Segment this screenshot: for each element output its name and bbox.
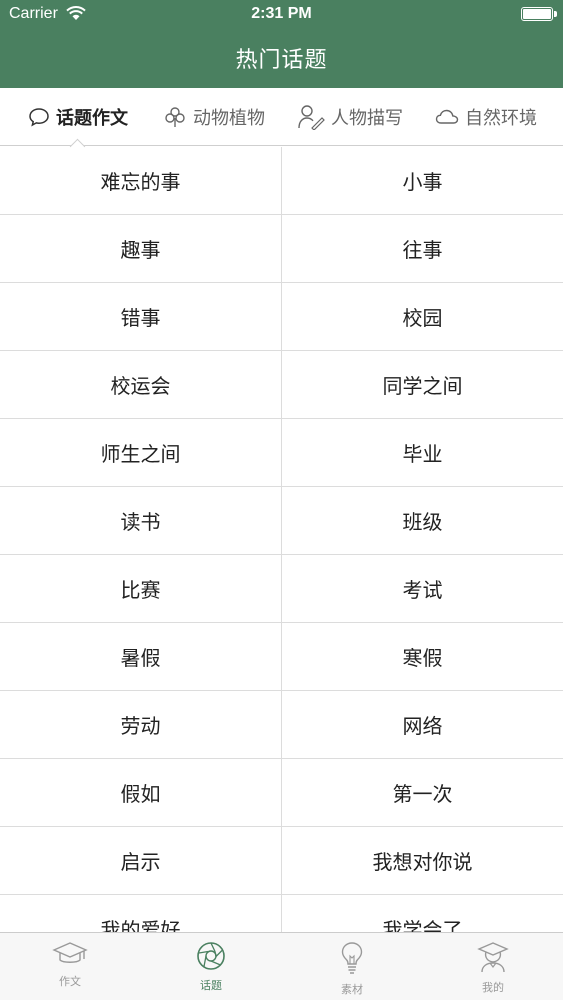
battery-icon (521, 7, 557, 21)
topic-item[interactable]: 我想对你说 (282, 827, 563, 894)
topic-item[interactable]: 启示 (0, 827, 282, 894)
category-animals-plants[interactable]: 动物植物 (163, 88, 265, 145)
topic-item[interactable]: 我学会了 (282, 895, 563, 932)
topic-item[interactable]: 往事 (282, 215, 563, 282)
topic-item[interactable]: 难忘的事 (0, 147, 282, 214)
topic-item[interactable]: 同学之间 (282, 351, 563, 418)
topic-item[interactable]: 考试 (282, 555, 563, 622)
category-nature-environment[interactable]: 自然环境 (435, 88, 537, 145)
tab-label: 我的 (482, 981, 504, 994)
status-time: 2:31 PM (251, 5, 312, 22)
topic-row: 比赛 考试 (0, 555, 563, 623)
tab-label: 素材 (341, 983, 363, 996)
category-topic-essay[interactable]: 话题作文 (28, 88, 128, 145)
page-title: 热门话题 (235, 48, 328, 73)
topic-grid: 难忘的事 小事 趣事 往事 错事 校园 校运会 同学之间 师生之间 毕业 读书 班级 比赛 考试 暑假 寒假劳… (0, 147, 563, 932)
topic-item[interactable]: 网络 (282, 691, 563, 758)
tab-mine[interactable]: 我的 (423, 933, 563, 1000)
topic-item[interactable]: 小事 (282, 147, 563, 214)
topic-row: 劳动 网络 (0, 691, 563, 759)
topic-item[interactable]: 错事 (0, 283, 282, 350)
clover-icon (165, 106, 185, 127)
topic-item[interactable]: 假如 (0, 759, 282, 826)
tab-label: 话题 (200, 979, 222, 992)
navigation-bar: Carrier 2:31 PM 热门话题 (0, 0, 563, 88)
topic-row: 读书 班级 (0, 487, 563, 555)
aperture-icon (197, 942, 225, 970)
topic-row: 假如 第一次 (0, 759, 563, 827)
lightbulb-icon (341, 942, 363, 974)
topic-item[interactable]: 读书 (0, 487, 282, 554)
tab-topics[interactable]: 话题 (141, 933, 281, 1000)
topic-row: 校运会 同学之间 (0, 351, 563, 419)
topic-row: 难忘的事 小事 (0, 147, 563, 215)
category-label: 人物描写 (331, 107, 403, 129)
topic-item[interactable]: 毕业 (282, 419, 563, 486)
topic-item[interactable]: 趣事 (0, 215, 282, 282)
speech-bubble-icon (29, 107, 49, 126)
topic-item[interactable]: 寒假 (282, 623, 563, 690)
category-bar: 话题作文 动物植物 人物描写 自然环境 (0, 88, 563, 146)
topic-item[interactable]: 暑假 (0, 623, 282, 690)
category-label: 话题作文 (56, 107, 128, 129)
status-bar: Carrier 2:31 PM (0, 0, 563, 30)
topic-item[interactable]: 比赛 (0, 555, 282, 622)
topic-row: 我的爱好 我学会了 (0, 895, 563, 932)
category-label: 动物植物 (193, 107, 265, 129)
topic-item[interactable]: 班级 (282, 487, 563, 554)
category-label: 自然环境 (465, 107, 537, 129)
graduate-avatar-icon (477, 942, 509, 973)
topic-row: 错事 校园 (0, 283, 563, 351)
topic-row: 趣事 往事 (0, 215, 563, 283)
topic-item[interactable]: 校园 (282, 283, 563, 350)
topic-item[interactable]: 校运会 (0, 351, 282, 418)
cloud-icon (435, 109, 459, 124)
tab-label: 作文 (59, 975, 81, 988)
tab-materials[interactable]: 素材 (282, 933, 422, 1000)
graduation-cap-icon (52, 942, 88, 963)
topic-row: 师生之间 毕业 (0, 419, 563, 487)
topic-row: 暑假 寒假 (0, 623, 563, 691)
tab-essay[interactable]: 作文 (0, 933, 140, 1000)
topic-row: 启示 我想对你说 (0, 827, 563, 895)
category-portrait-writing[interactable]: 人物描写 (297, 88, 403, 145)
topic-item[interactable]: 第一次 (282, 759, 563, 826)
topic-item[interactable]: 劳动 (0, 691, 282, 758)
topic-item[interactable]: 我的爱好 (0, 895, 282, 932)
person-pen-icon (298, 104, 325, 130)
topic-item[interactable]: 师生之间 (0, 419, 282, 486)
tab-bar: 作文 话题 素材 我的 (0, 932, 563, 1000)
